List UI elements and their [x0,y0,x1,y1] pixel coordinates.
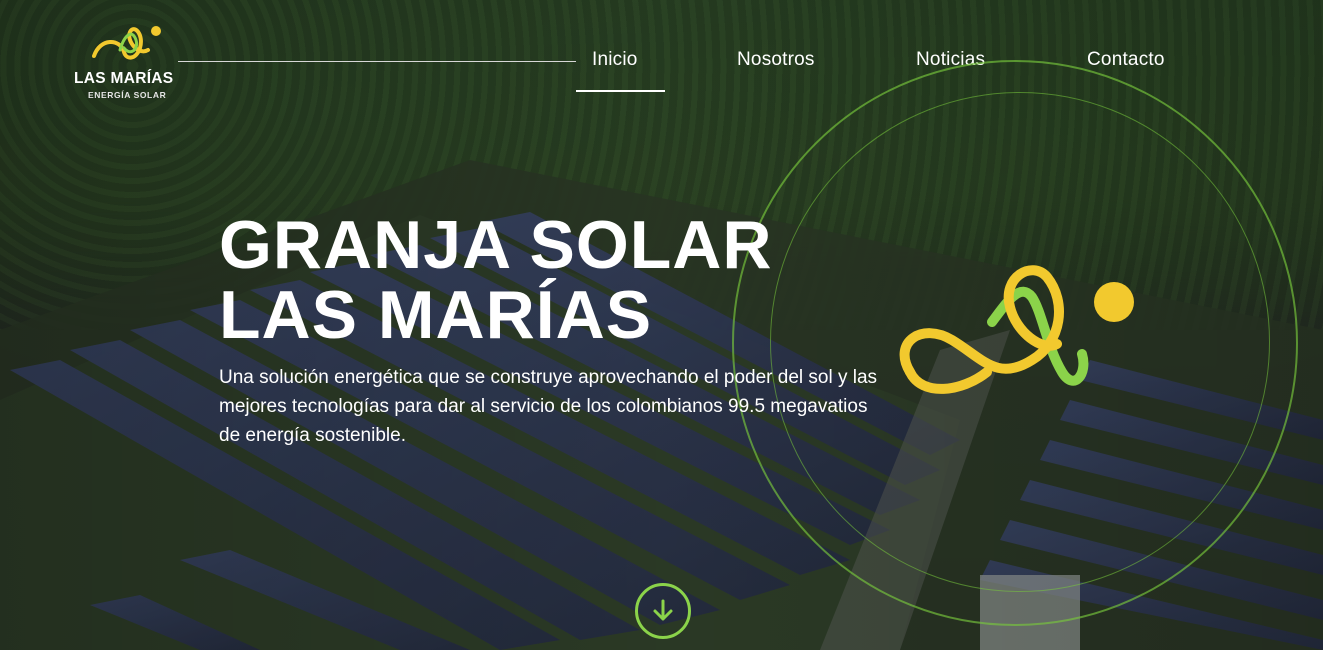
brand-logo[interactable]: LAS MARÍAS ENERGÍA SOLAR [74,18,184,108]
brand-name: LAS MARÍAS [74,70,174,87]
nav-active-underline [576,90,665,92]
nav-item-nosotros[interactable]: Nosotros [737,49,815,71]
arrow-down-icon [653,599,673,621]
las-marias-logo-icon [92,26,161,60]
nav-item-inicio[interactable]: Inicio [592,49,638,71]
hero-description: Una solución energética que se construye… [219,367,878,446]
brand-tagline: ENERGÍA SOLAR [88,90,167,100]
hero-title-line-1: GRANJA SOLAR [219,207,773,283]
las-marias-mark-icon [899,265,1134,394]
header-divider [178,61,576,62]
scroll-down-button[interactable] [635,583,691,639]
nav-item-contacto[interactable]: Contacto [1087,49,1165,71]
hero-title-line-2: LAS MARÍAS [219,277,653,353]
hero-title: GRANJA SOLAR LAS MARÍAS [219,210,773,350]
